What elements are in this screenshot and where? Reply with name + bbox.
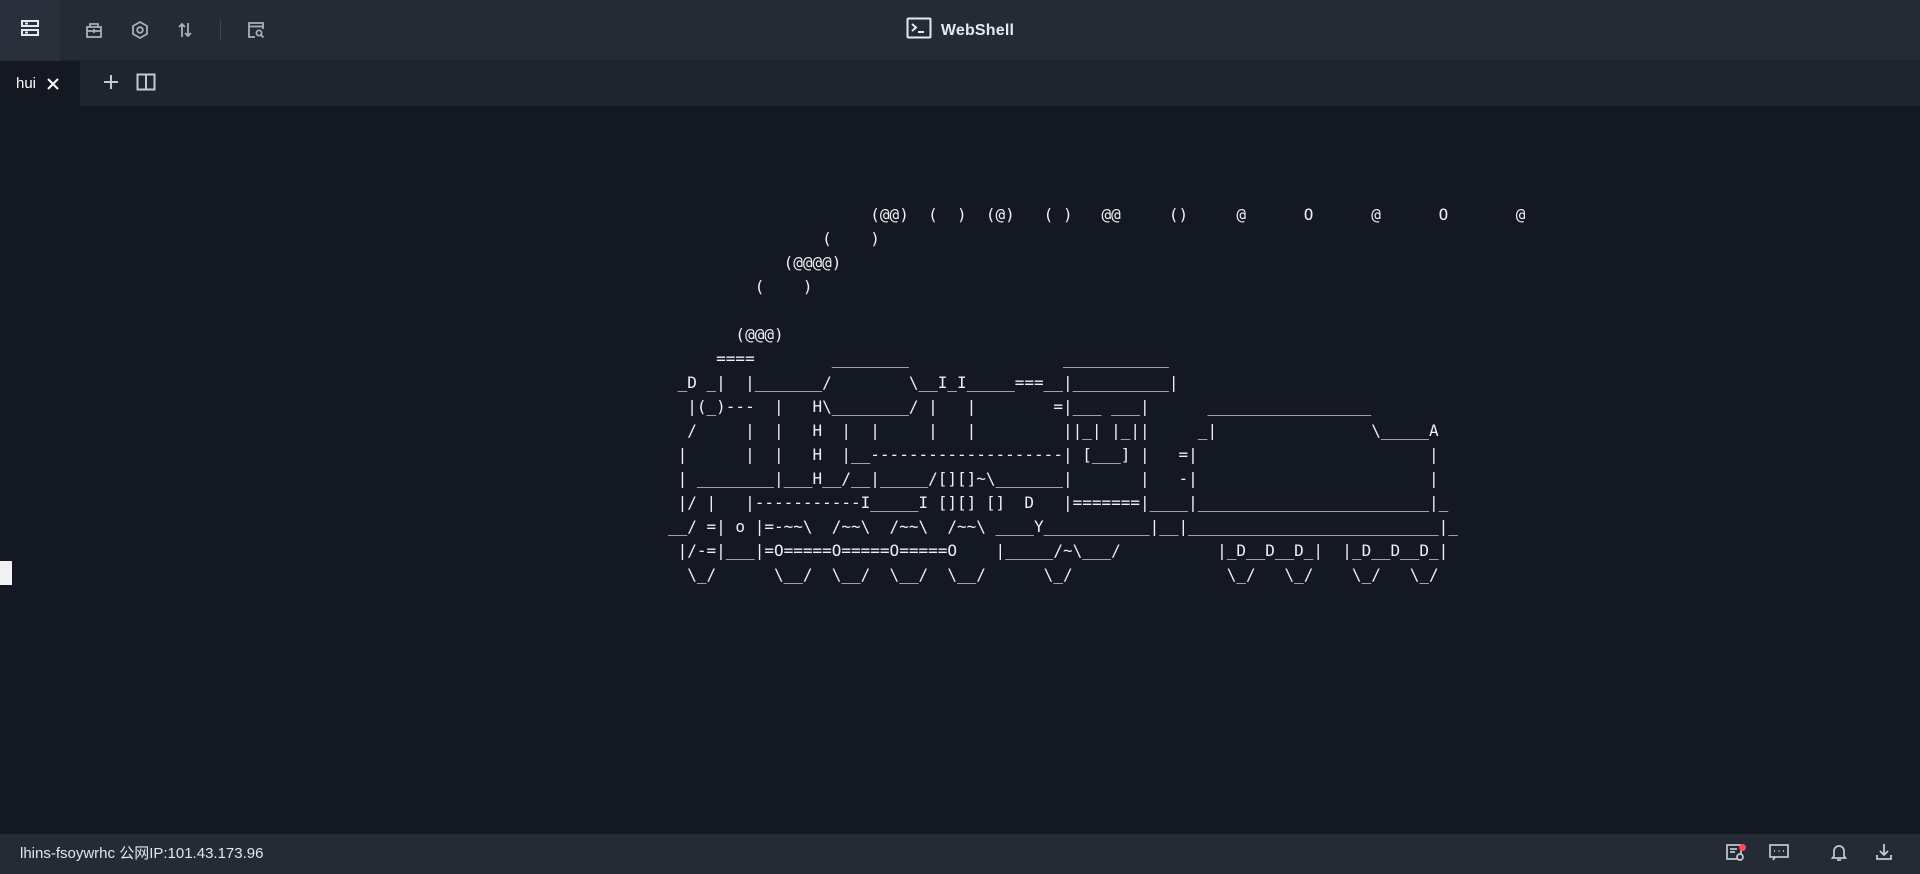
terminal-cursor xyxy=(0,561,12,585)
package-icon xyxy=(84,20,104,40)
split-view-button[interactable] xyxy=(131,69,161,99)
bell-icon xyxy=(1829,842,1849,867)
server-list-button[interactable] xyxy=(0,0,60,61)
host-info: lhins-fsoywrhc 公网IP:101.43.173.96 xyxy=(20,845,264,862)
settings-icon xyxy=(130,20,150,40)
plus-icon xyxy=(102,73,120,96)
search-window-button[interactable] xyxy=(241,15,271,45)
transfer-icon xyxy=(175,20,195,40)
notification-badge xyxy=(1739,844,1746,851)
toolbar-separator xyxy=(220,20,221,40)
search-window-icon xyxy=(246,20,266,40)
close-icon[interactable] xyxy=(46,77,60,91)
download-icon xyxy=(1874,842,1894,867)
server-list-icon xyxy=(20,19,40,42)
download-button[interactable] xyxy=(1869,839,1899,869)
transfer-button[interactable] xyxy=(170,15,200,45)
tab-hui[interactable]: hui xyxy=(0,61,80,106)
status-bar: lhins-fsoywrhc 公网IP:101.43.173.96 xyxy=(0,834,1920,874)
ascii-art-train: (@@) ( ) (@) ( ) @@ () @ O @ O @ ( ) (@@… xyxy=(668,205,1526,584)
settings-button[interactable] xyxy=(125,15,155,45)
app-title: WebShell xyxy=(940,21,1015,39)
package-button[interactable] xyxy=(79,15,109,45)
task-button[interactable] xyxy=(1720,839,1750,869)
new-tab-button[interactable] xyxy=(96,69,126,99)
window-title: WebShell xyxy=(0,0,1920,61)
tab-bar: hui xyxy=(0,61,1920,106)
terminal-icon xyxy=(906,17,932,44)
terminal-output[interactable]: (@@) ( ) (@) ( ) @@ () @ O @ O @ ( ) (@@… xyxy=(0,106,1920,834)
message-button[interactable] xyxy=(1764,839,1794,869)
split-view-icon xyxy=(136,73,156,96)
notifications-button[interactable] xyxy=(1824,839,1854,869)
top-toolbar: WebShell xyxy=(0,0,1920,61)
tab-label: hui xyxy=(16,75,37,92)
message-icon xyxy=(1768,842,1790,867)
